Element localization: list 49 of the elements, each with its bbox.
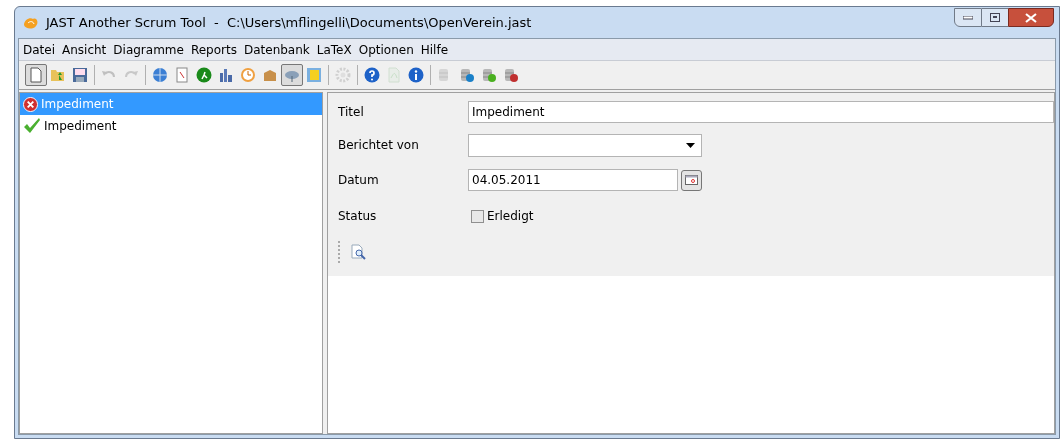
dropdown-arrow-icon	[686, 142, 695, 148]
open-icon	[50, 67, 66, 83]
form-label: Berichtet von	[338, 137, 420, 154]
form-label: Status	[338, 208, 378, 225]
window-title: JAST Another Scrum Tool - C:\Users\mflingelli\Documents\OpenVerein.jast	[46, 13, 532, 32]
close-icon	[1025, 12, 1037, 23]
form-label: Titel	[338, 104, 365, 121]
done-checkbox[interactable]: Erledigt	[471, 207, 534, 225]
menu-item[interactable]: Ansicht	[62, 40, 107, 59]
toolbar-button[interactable]	[25, 64, 47, 86]
menu-item[interactable]: Diagramme	[113, 40, 184, 59]
date-field[interactable]: 04.05.2011	[468, 169, 678, 191]
globe-icon	[152, 67, 168, 83]
document-icon	[174, 67, 190, 83]
menu-item[interactable]: Reports	[190, 40, 237, 59]
menu-item[interactable]: Datei	[23, 40, 55, 59]
error-icon	[23, 96, 38, 112]
notes-icon	[306, 67, 322, 83]
gear-icon	[335, 67, 351, 83]
reporter-dropdown[interactable]	[468, 133, 702, 157]
calendar-icon	[685, 175, 698, 185]
new-icon	[28, 67, 44, 83]
clock-icon	[240, 67, 256, 83]
menu-item[interactable]: LaTeX	[316, 40, 352, 59]
menu-item[interactable]: Datenbank	[243, 40, 310, 59]
close-button[interactable]	[1008, 8, 1054, 27]
tree-item[interactable]: Impediment	[20, 115, 322, 137]
maximize-button[interactable]	[982, 8, 1008, 27]
magnifier-page-icon	[350, 244, 366, 260]
toolbar-button[interactable]	[281, 64, 303, 86]
chart-icon	[218, 67, 234, 83]
calendar-button[interactable]	[681, 169, 702, 191]
database-remove-icon	[503, 67, 519, 83]
box-icon	[262, 67, 278, 83]
preview-button[interactable]	[348, 242, 368, 262]
database-connect-icon	[459, 67, 475, 83]
maximize-icon	[990, 13, 1000, 22]
minimize-button[interactable]	[954, 8, 982, 27]
menu-item[interactable]: Optionen	[358, 40, 414, 59]
checkmark-icon	[23, 118, 41, 134]
help-icon	[364, 67, 380, 83]
minimize-icon	[963, 15, 973, 20]
runner-icon	[196, 67, 212, 83]
title-field[interactable]: Impediment	[468, 101, 1054, 123]
database-add-icon	[481, 67, 497, 83]
form-label: Datum	[338, 172, 380, 189]
menu-item[interactable]: Hilfe	[420, 40, 449, 59]
info-icon	[408, 67, 424, 83]
save-icon	[72, 67, 88, 83]
